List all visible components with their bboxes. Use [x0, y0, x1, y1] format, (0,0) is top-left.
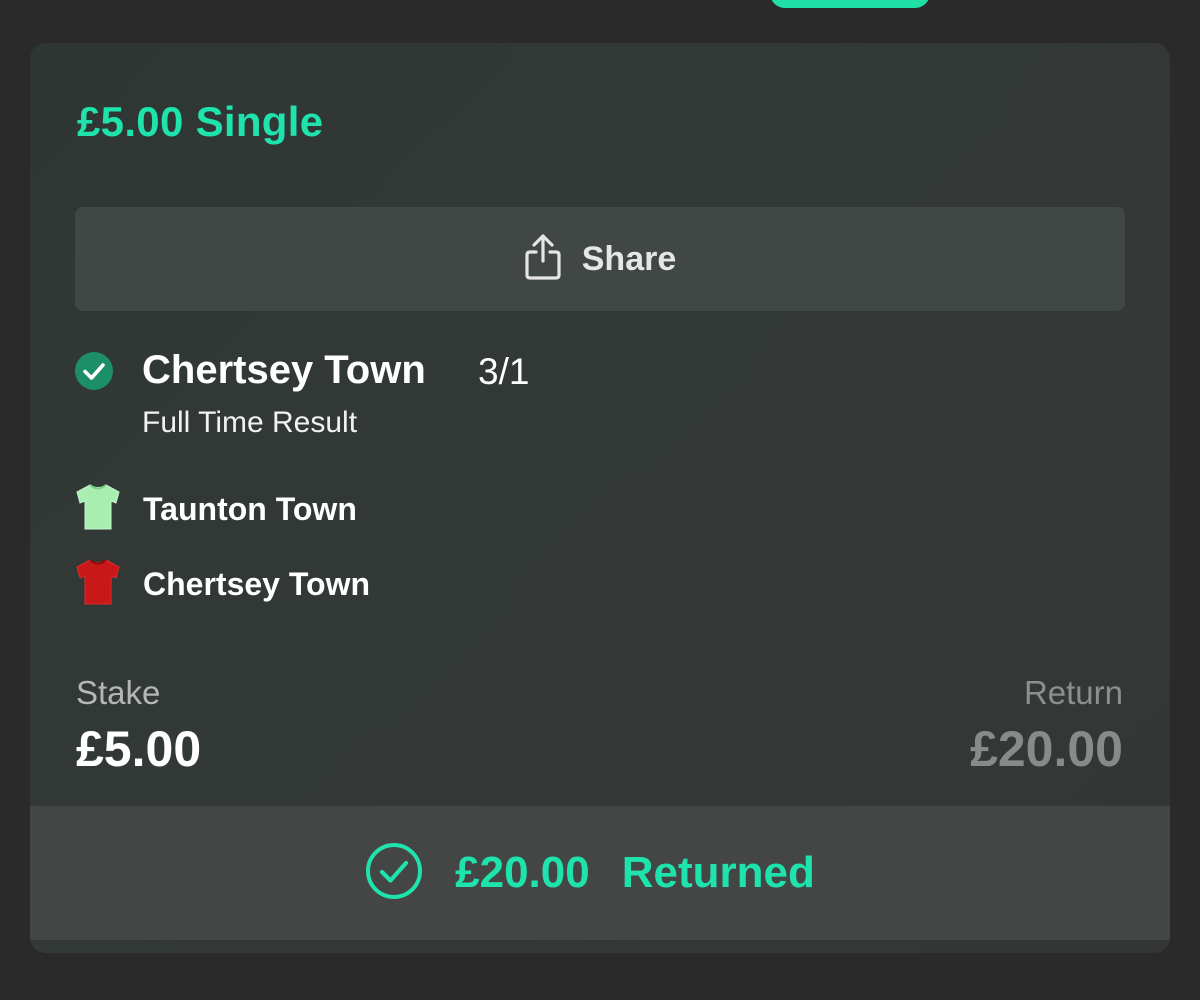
team-row-away: Chertsey Town [75, 558, 370, 611]
selection-market: Full Time Result [142, 406, 358, 439]
return-value: £20.00 [970, 721, 1123, 777]
share-button[interactable]: Share [75, 207, 1125, 311]
shirt-icon [75, 483, 121, 536]
return-label: Return [1023, 674, 1123, 711]
selection-name: Chertsey Town [142, 348, 426, 392]
check-circle-filled-icon [75, 352, 113, 390]
away-team-name: Chertsey Town [143, 566, 370, 602]
selection-odds: 3/1 [478, 351, 530, 392]
share-icon [524, 233, 562, 286]
bet-card: £5.00 Single Share Chertsey Town 3/1 Ful… [30, 43, 1170, 953]
check-circle-outline-icon [365, 842, 423, 905]
returned-status-bar: £20.00 Returned [30, 806, 1170, 940]
returned-amount: £20.00 [455, 848, 590, 897]
home-team-name: Taunton Town [143, 491, 357, 527]
top-tab-indicator[interactable] [770, 0, 930, 8]
team-row-home: Taunton Town [75, 483, 357, 536]
shirt-icon [75, 558, 121, 611]
share-label: Share [581, 239, 677, 278]
returned-text: Returned [621, 848, 815, 897]
bet-title: £5.00 Single [77, 98, 324, 145]
stake-value: £5.00 [76, 721, 202, 777]
stake-label: Stake [76, 674, 161, 711]
